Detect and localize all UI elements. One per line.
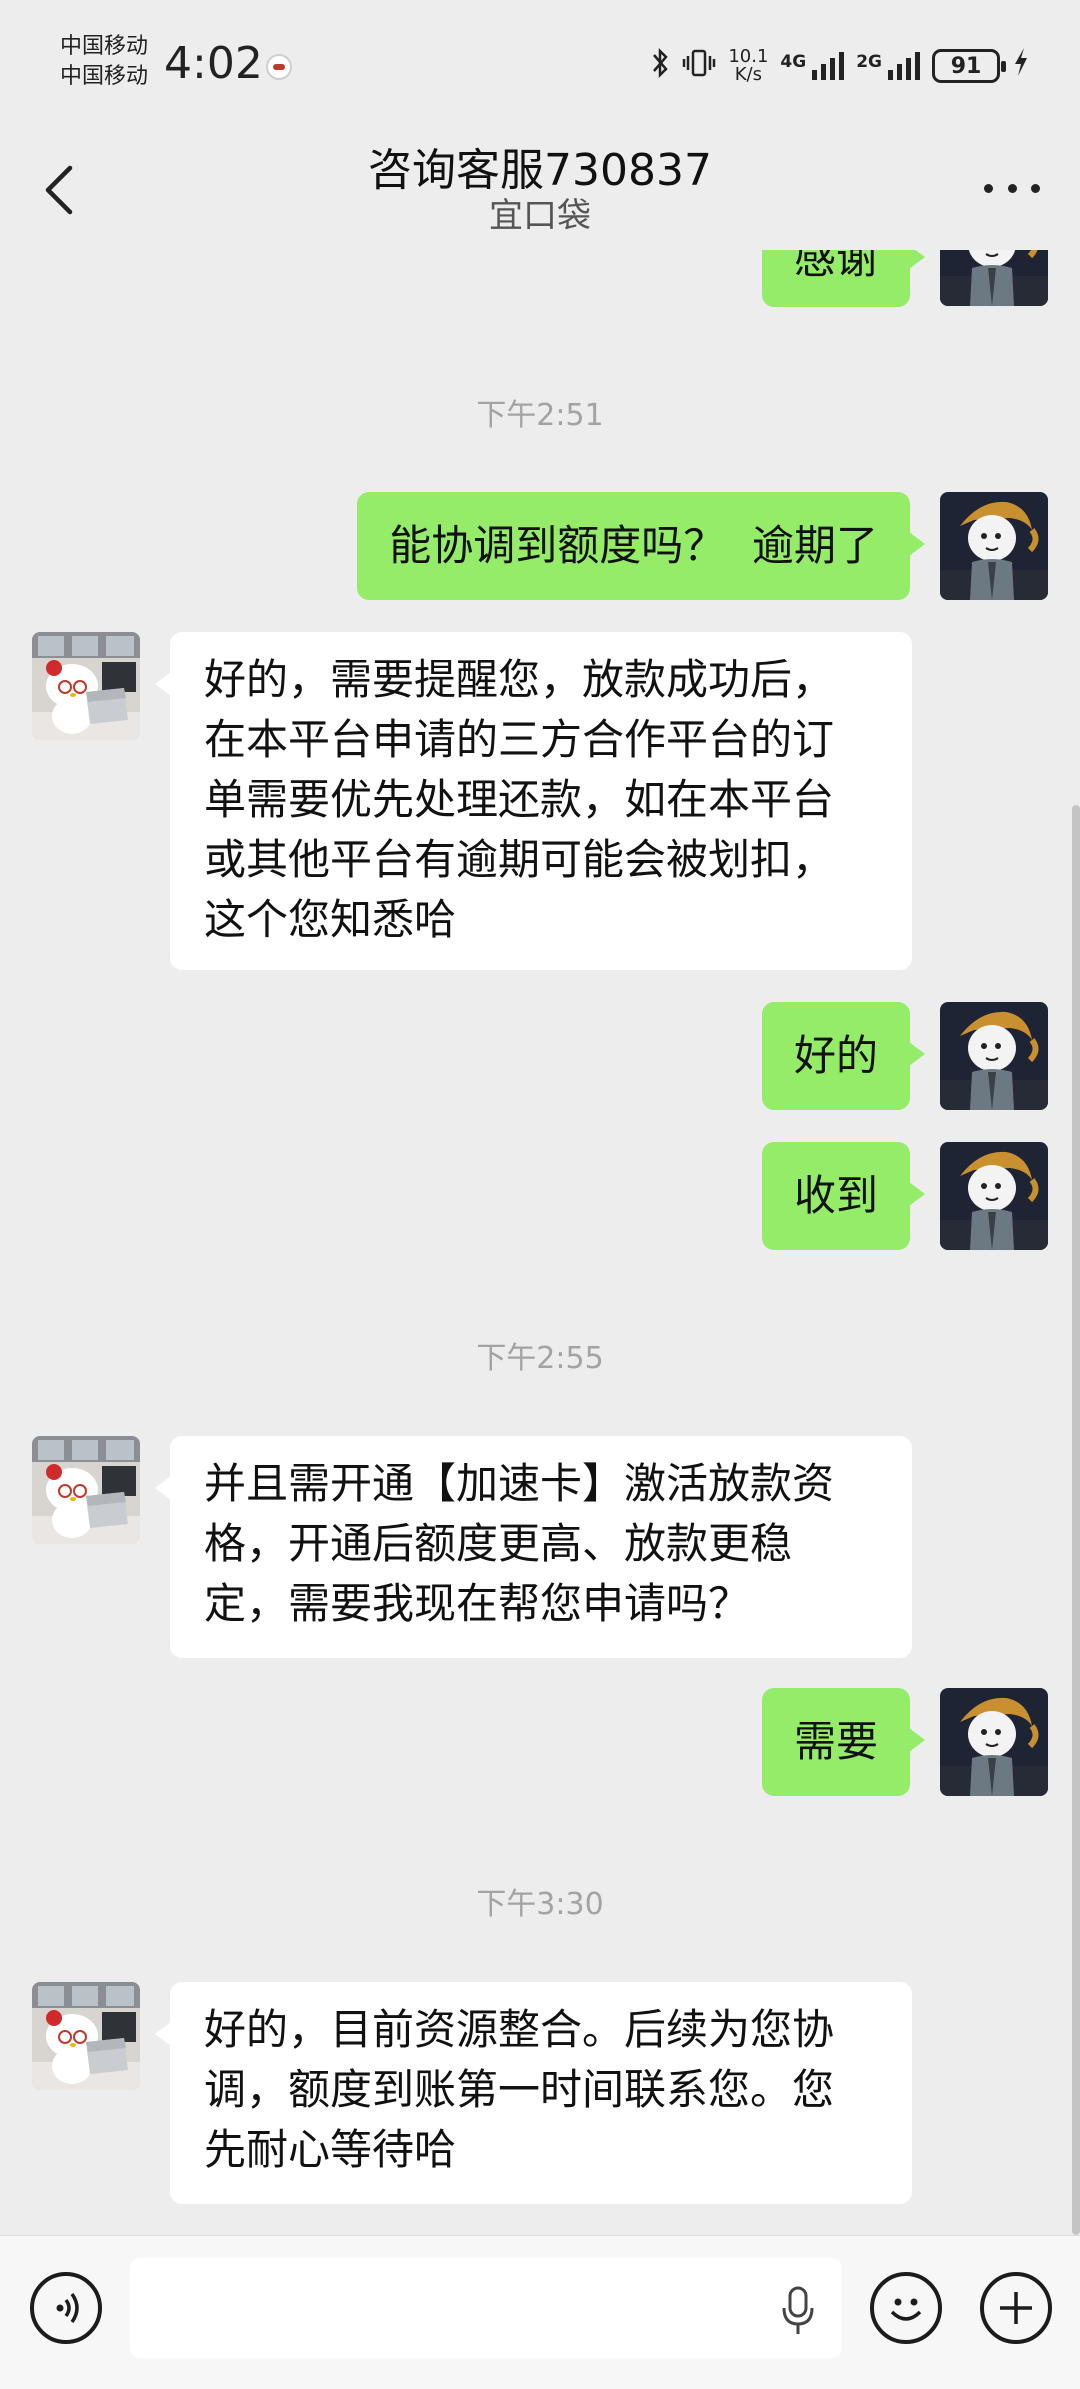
more-dot-icon: [984, 183, 993, 193]
message-text: 能协调到额度吗？ 逾期了: [389, 521, 878, 570]
signal-1-label: 4G: [780, 52, 807, 72]
user-avatar[interactable]: [940, 250, 1048, 306]
message-text: 收到: [793, 1171, 878, 1220]
message-bubble-outgoing[interactable]: 需要: [761, 1688, 926, 1796]
timestamp: 下午2:51: [476, 398, 604, 433]
more-dot-icon: [1031, 183, 1040, 193]
carrier-1: 中国移动: [60, 34, 149, 59]
message-bubble-incoming[interactable]: 好的，需要提醒您，放款成功后， 在本平台申请的三方合作平台的订 单需要优先处理还…: [155, 632, 912, 970]
status-time: 4:02: [164, 38, 263, 89]
message-text-line: 在本平台申请的三方合作平台的订: [204, 715, 835, 764]
status-bar: 中国移动 中国移动 4:02 10.1 K/s 4G 2G 91: [0, 0, 1080, 130]
input-bar: [0, 2235, 1080, 2389]
message-text-line: 格，开通后额度更高、放款更稳: [204, 1519, 793, 1568]
message-text-line: 或其他平台有逾期可能会被划扣，: [204, 835, 835, 884]
message-bubble-outgoing[interactable]: 好的: [761, 1002, 926, 1110]
agent-avatar[interactable]: [32, 632, 140, 740]
carrier-2: 中国移动: [60, 64, 149, 89]
user-avatar[interactable]: [940, 1142, 1048, 1250]
battery-level: 91: [950, 53, 982, 79]
scrollbar[interactable]: [1072, 805, 1080, 2235]
chat-subtitle: 宜口袋: [489, 196, 591, 236]
chat-header: 咨询客服730837 宜口袋: [0, 130, 1080, 250]
message-text-line: 这个您知悉哈: [204, 895, 457, 944]
system-icons: 10.1 K/s 4G 2G 91: [650, 44, 1030, 88]
user-avatar[interactable]: [940, 492, 1048, 600]
notification-app-icon: [266, 54, 292, 80]
timestamp: 下午2:55: [476, 1341, 604, 1376]
message-text-line: 调，额度到账第一时间联系您。您: [204, 2065, 835, 2114]
network-speed: 10.1 K/s: [728, 48, 768, 84]
message-bubble-outgoing[interactable]: 能协调到额度吗？ 逾期了: [357, 492, 925, 600]
carrier-labels: 中国移动 中国移动: [60, 32, 148, 92]
more-functions-button[interactable]: [980, 2272, 1052, 2344]
voice-mode-icon: [56, 2292, 79, 2324]
emoji-button[interactable]: [870, 2272, 942, 2344]
plus-icon: [1000, 2292, 1032, 2324]
message-text: 感谢: [793, 250, 878, 283]
message-text-line: 好的，需要提醒您，放款成功后，: [204, 655, 835, 704]
message-text-line: 并且需开通【加速卡】激活放款资: [204, 1459, 835, 1508]
bluetooth-icon: [650, 47, 670, 85]
user-avatar[interactable]: [940, 1688, 1048, 1796]
voice-mode-button[interactable]: [30, 2272, 102, 2344]
message-text: 需要: [793, 1717, 878, 1766]
message-bubble-outgoing[interactable]: 收到: [761, 1142, 926, 1250]
message-text-line: 定，需要我现在帮您申请吗？: [204, 1579, 751, 1628]
battery-icon: 91: [932, 49, 1006, 83]
message-input[interactable]: [130, 2258, 842, 2358]
timestamp: 下午3:30: [476, 1887, 604, 1922]
agent-avatar[interactable]: [32, 1982, 140, 2090]
message-text: 好的: [793, 1031, 878, 1080]
message-bubble-outgoing[interactable]: 感谢: [761, 250, 926, 307]
message-text-line: 单需要优先处理还款，如在本平台: [204, 775, 835, 824]
user-avatar[interactable]: [940, 1002, 1048, 1110]
vibrate-icon: [682, 47, 716, 85]
signal-4g-icon: 4G: [780, 52, 845, 80]
message-text-line: 好的，目前资源整合。后续为您协: [204, 2005, 835, 2054]
more-options-button[interactable]: [984, 178, 1040, 198]
charging-icon: [1012, 46, 1030, 86]
message-text-line: 先耐心等待哈: [204, 2125, 457, 2174]
agent-avatar[interactable]: [32, 1436, 140, 1544]
net-speed-unit: K/s: [734, 64, 762, 85]
signal-2g-icon: 2G: [856, 52, 920, 80]
signal-2-label: 2G: [856, 52, 882, 72]
message-bubble-incoming[interactable]: 好的，目前资源整合。后续为您协 调，额度到账第一时间联系您。您 先耐心等待哈: [155, 1982, 912, 2204]
message-bubble-incoming[interactable]: 并且需开通【加速卡】激活放款资 格，开通后额度更高、放款更稳 定，需要我现在帮您…: [155, 1436, 912, 1658]
more-dot-icon: [1007, 183, 1017, 193]
emoji-icon: [890, 2298, 922, 2321]
microphone-icon[interactable]: [778, 2284, 818, 2338]
message-list[interactable]: 感谢 下午2:51 能协调到额度吗？ 逾期了 好的，需要提醒您，放款成功后， 在…: [0, 250, 1080, 2235]
